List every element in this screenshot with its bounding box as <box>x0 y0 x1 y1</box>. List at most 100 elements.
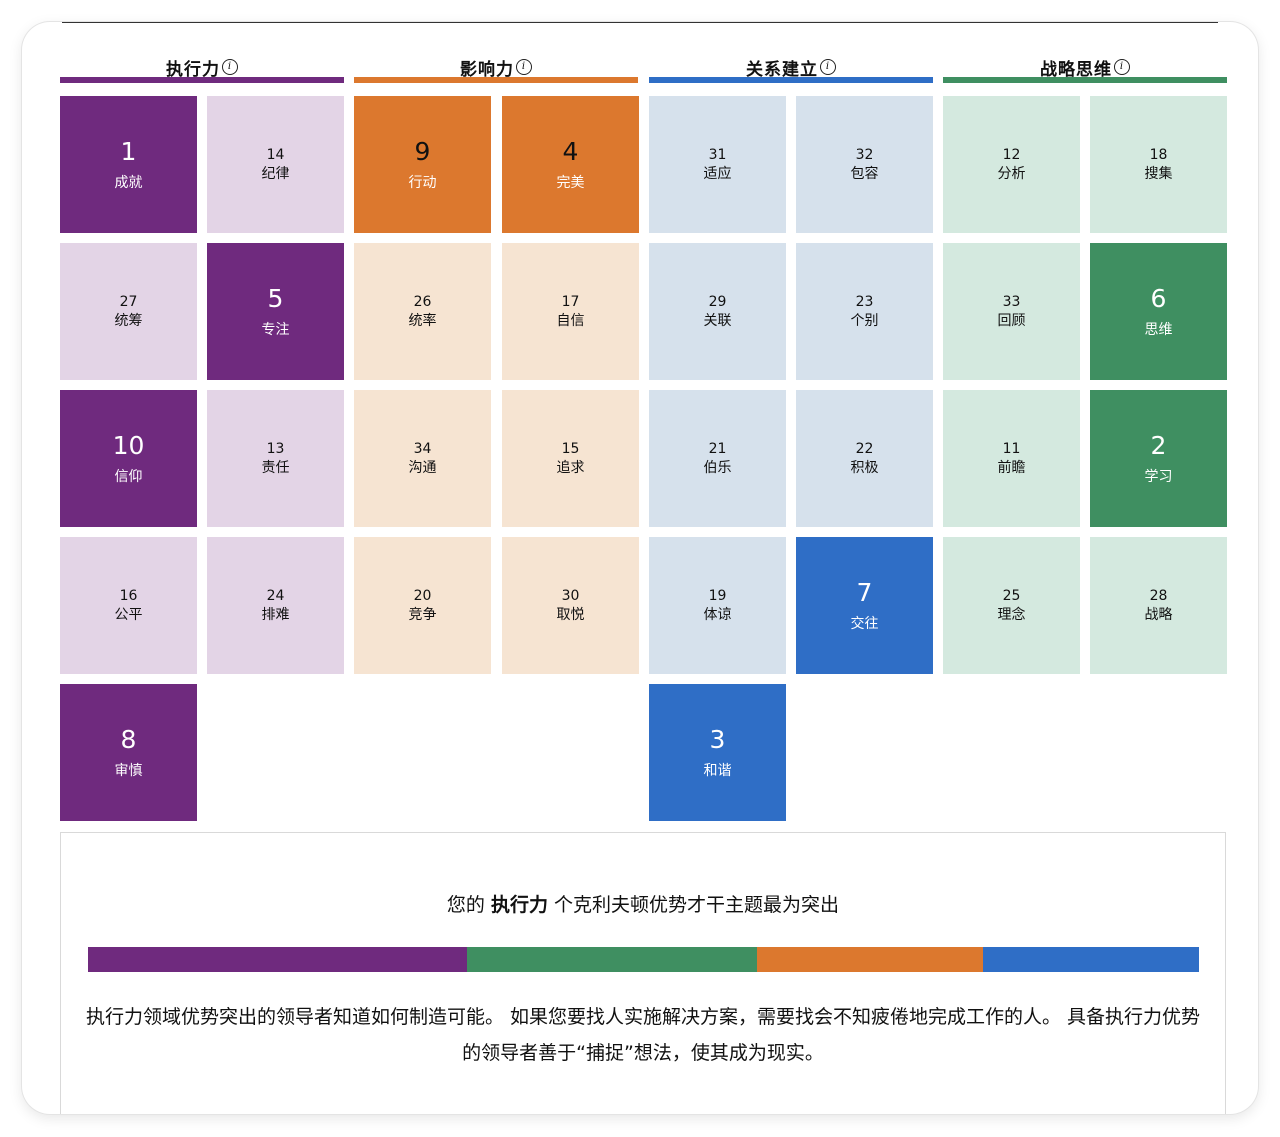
theme-tile[interactable]: 6 思维 <box>1090 243 1227 380</box>
theme-name: 思维 <box>1144 321 1173 338</box>
theme-rank: 33 <box>1002 293 1021 310</box>
theme-tile[interactable]: 13 责任 <box>207 390 344 527</box>
theme-name: 公平 <box>114 606 143 623</box>
theme-tile[interactable]: 1 成就 <box>60 96 197 233</box>
theme-rank: 14 <box>266 146 285 163</box>
strengths-window: 执行力 i 影响力 i 关系建立 i 战略思维 i 1 成就 14 纪律 27 … <box>22 22 1258 1114</box>
theme-rank: 10 <box>112 430 145 460</box>
theme-rank: 8 <box>120 724 137 754</box>
summary-description: 执行力领域优势突出的领导者知道如何制造可能。 如果您要找人实施解决方案，需要找会… <box>85 1006 1201 1064</box>
summary-title-suffix: 个克利夫顿优势才干主题最为突出 <box>554 894 840 916</box>
theme-tile[interactable]: 21 伯乐 <box>649 390 786 527</box>
theme-tile[interactable]: 32 包容 <box>796 96 933 233</box>
theme-tile[interactable]: 5 专注 <box>207 243 344 380</box>
info-circle-icon[interactable]: i <box>1114 59 1130 75</box>
category-bar-influencing <box>354 77 638 83</box>
summary-title-highlight: 执行力 <box>490 894 548 916</box>
summary-title-prefix: 您的 <box>446 894 485 916</box>
theme-rank: 27 <box>119 293 138 310</box>
theme-rank: 24 <box>266 587 285 604</box>
theme-rank: 22 <box>855 440 874 457</box>
theme-tile[interactable]: 3 和谐 <box>649 684 786 821</box>
theme-rank: 3 <box>709 724 726 754</box>
theme-name: 和谐 <box>703 762 732 779</box>
theme-tile[interactable]: 31 适应 <box>649 96 786 233</box>
theme-tile[interactable]: 26 统率 <box>354 243 491 380</box>
summary-title: 您的 执行力 个克利夫顿优势才干主题最为突出 <box>61 890 1225 917</box>
theme-rank: 32 <box>855 146 874 163</box>
theme-tile[interactable]: 30 取悦 <box>502 537 639 674</box>
info-circle-icon[interactable]: i <box>222 59 238 75</box>
theme-tile[interactable]: 18 搜集 <box>1090 96 1227 233</box>
theme-tile[interactable]: 10 信仰 <box>60 390 197 527</box>
theme-tile[interactable]: 28 战略 <box>1090 537 1227 674</box>
theme-tile[interactable]: 23 个别 <box>796 243 933 380</box>
theme-name: 沟通 <box>408 459 437 476</box>
theme-tile[interactable]: 25 理念 <box>943 537 1080 674</box>
theme-tile[interactable]: 7 交往 <box>796 537 933 674</box>
theme-tile[interactable]: 2 学习 <box>1090 390 1227 527</box>
theme-name: 适应 <box>703 165 732 182</box>
theme-name: 行动 <box>408 174 437 191</box>
theme-tile[interactable]: 24 排难 <box>207 537 344 674</box>
theme-tile[interactable]: 34 沟通 <box>354 390 491 527</box>
theme-rank: 23 <box>855 293 874 310</box>
theme-name: 排难 <box>261 606 290 623</box>
theme-name: 统筹 <box>114 312 143 329</box>
theme-tile[interactable]: 9 行动 <box>354 96 491 233</box>
theme-tile[interactable]: 12 分析 <box>943 96 1080 233</box>
info-circle-icon[interactable]: i <box>820 59 836 75</box>
theme-name: 伯乐 <box>703 459 732 476</box>
theme-name: 体谅 <box>703 606 732 623</box>
theme-name: 取悦 <box>556 606 585 623</box>
theme-rank: 15 <box>561 440 580 457</box>
category-title: 执行力 <box>166 59 220 80</box>
theme-rank: 29 <box>708 293 727 310</box>
theme-rank: 11 <box>1002 440 1021 457</box>
theme-tile[interactable]: 19 体谅 <box>649 537 786 674</box>
theme-rank: 28 <box>1149 587 1168 604</box>
category-bar-strategic <box>943 77 1227 83</box>
theme-tile[interactable]: 27 统筹 <box>60 243 197 380</box>
theme-tile[interactable]: 16 公平 <box>60 537 197 674</box>
theme-tile[interactable]: 20 竞争 <box>354 537 491 674</box>
theme-name: 积极 <box>850 459 879 476</box>
theme-rank: 13 <box>266 440 285 457</box>
theme-tile[interactable]: 22 积极 <box>796 390 933 527</box>
theme-tile[interactable]: 14 纪律 <box>207 96 344 233</box>
theme-tile[interactable]: 33 回顾 <box>943 243 1080 380</box>
summary-panel: 您的 执行力 个克利夫顿优势才干主题最为突出 执行力领域优势突出的领导者知道如何… <box>60 832 1226 1114</box>
theme-name: 完美 <box>556 174 585 191</box>
theme-tile[interactable]: 4 完美 <box>502 96 639 233</box>
theme-tile[interactable]: 11 前瞻 <box>943 390 1080 527</box>
theme-rank: 26 <box>413 293 432 310</box>
theme-tile[interactable]: 17 自信 <box>502 243 639 380</box>
theme-tile[interactable]: 8 审慎 <box>60 684 197 821</box>
theme-rank: 19 <box>708 587 727 604</box>
info-circle-icon[interactable]: i <box>516 59 532 75</box>
theme-name: 分析 <box>997 165 1026 182</box>
theme-rank: 31 <box>708 146 727 163</box>
category-title: 关系建立 <box>746 59 818 80</box>
theme-name: 战略 <box>1144 606 1173 623</box>
theme-rank: 5 <box>267 283 284 313</box>
theme-name: 纪律 <box>261 165 290 182</box>
theme-name: 审慎 <box>114 762 143 779</box>
category-bar-execution <box>60 77 344 83</box>
theme-rank: 6 <box>1150 283 1167 313</box>
theme-name: 专注 <box>261 321 290 338</box>
theme-name: 追求 <box>556 459 585 476</box>
category-bar-relationship <box>649 77 933 83</box>
theme-rank: 7 <box>856 577 873 607</box>
theme-rank: 20 <box>413 587 432 604</box>
theme-name: 责任 <box>261 459 290 476</box>
theme-tile[interactable]: 15 追求 <box>502 390 639 527</box>
theme-rank: 21 <box>708 440 727 457</box>
theme-name: 理念 <box>997 606 1026 623</box>
theme-name: 关联 <box>703 312 732 329</box>
theme-name: 交往 <box>850 615 879 632</box>
theme-tile[interactable]: 29 关联 <box>649 243 786 380</box>
theme-rank: 16 <box>119 587 138 604</box>
theme-name: 搜集 <box>1144 165 1173 182</box>
theme-rank: 30 <box>561 587 580 604</box>
